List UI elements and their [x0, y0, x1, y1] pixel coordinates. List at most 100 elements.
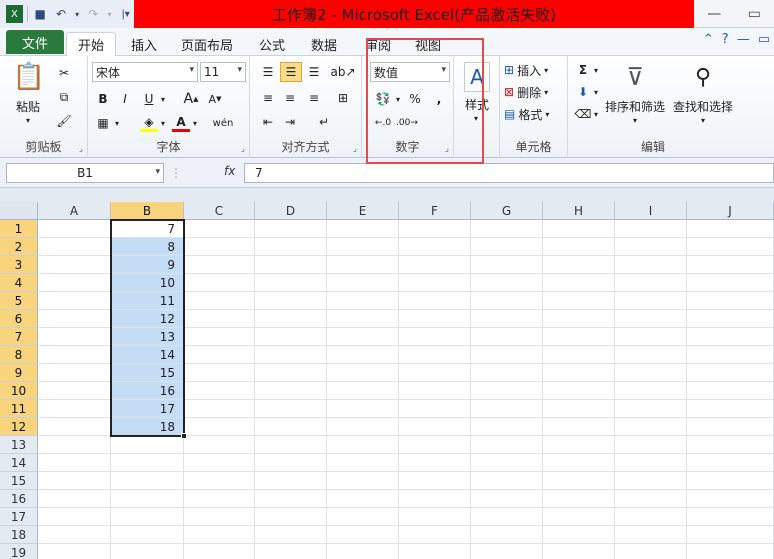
cell-a7[interactable]	[38, 328, 111, 346]
cell-c9[interactable]	[184, 364, 255, 382]
column-header-j[interactable]: J	[687, 202, 774, 220]
cell-h9[interactable]	[543, 364, 615, 382]
cell-c14[interactable]	[184, 454, 255, 472]
cell-b9[interactable]: 15	[111, 364, 184, 382]
fill-handle[interactable]	[181, 433, 187, 439]
row-header-11[interactable]: 11	[0, 400, 38, 418]
redo-dropdown-icon[interactable]: ▾	[106, 5, 113, 23]
cell-j14[interactable]	[687, 454, 774, 472]
underline-dropdown-icon[interactable]: ▾	[158, 90, 168, 108]
cell-d19[interactable]	[255, 544, 327, 559]
name-box-dropdown-icon[interactable]: ▾	[155, 167, 160, 177]
cell-b19[interactable]	[111, 544, 184, 559]
cell-e12[interactable]	[327, 418, 399, 436]
align-middle-icon[interactable]: ☰	[280, 62, 302, 82]
cell-f17[interactable]	[399, 508, 471, 526]
cell-f5[interactable]	[399, 292, 471, 310]
cell-e18[interactable]	[327, 526, 399, 544]
cell-j11[interactable]	[687, 400, 774, 418]
cell-d12[interactable]	[255, 418, 327, 436]
sort-filter-dropdown-icon[interactable]: ▾	[628, 114, 642, 126]
cell-b11[interactable]: 17	[111, 400, 184, 418]
cell-d9[interactable]	[255, 364, 327, 382]
cell-j1[interactable]	[687, 220, 774, 238]
cell-c16[interactable]	[184, 490, 255, 508]
cell-a8[interactable]	[38, 346, 111, 364]
number-launcher-icon[interactable]: ⌟	[445, 144, 449, 154]
cell-g18[interactable]	[471, 526, 543, 544]
column-header-g[interactable]: G	[471, 202, 543, 220]
cell-b14[interactable]	[111, 454, 184, 472]
row-header-19[interactable]: 19	[0, 544, 38, 559]
cell-e13[interactable]	[327, 436, 399, 454]
cell-e9[interactable]	[327, 364, 399, 382]
cell-c17[interactable]	[184, 508, 255, 526]
cell-h2[interactable]	[543, 238, 615, 256]
cell-e8[interactable]	[327, 346, 399, 364]
cell-e7[interactable]	[327, 328, 399, 346]
column-header-h[interactable]: H	[543, 202, 615, 220]
cell-i6[interactable]	[615, 310, 687, 328]
find-select-dropdown-icon[interactable]: ▾	[696, 114, 710, 126]
cell-f8[interactable]	[399, 346, 471, 364]
cell-j16[interactable]	[687, 490, 774, 508]
cell-c11[interactable]	[184, 400, 255, 418]
border-dropdown-icon[interactable]: ▾	[112, 114, 122, 132]
cell-g19[interactable]	[471, 544, 543, 559]
cell-f9[interactable]	[399, 364, 471, 382]
cell-h1[interactable]	[543, 220, 615, 238]
cell-d11[interactable]	[255, 400, 327, 418]
cell-a13[interactable]	[38, 436, 111, 454]
cell-i13[interactable]	[615, 436, 687, 454]
row-header-15[interactable]: 15	[0, 472, 38, 490]
cell-d13[interactable]	[255, 436, 327, 454]
cell-g10[interactable]	[471, 382, 543, 400]
cell-d6[interactable]	[255, 310, 327, 328]
align-left-icon[interactable]: ≡	[258, 88, 278, 108]
row-header-6[interactable]: 6	[0, 310, 38, 328]
tab-formulas[interactable]: 公式	[252, 32, 292, 56]
undo-icon[interactable]: ↶	[53, 5, 70, 23]
cell-c7[interactable]	[184, 328, 255, 346]
row-header-14[interactable]: 14	[0, 454, 38, 472]
fill-color-icon[interactable]: ◈	[140, 114, 158, 132]
cell-f18[interactable]	[399, 526, 471, 544]
tab-view[interactable]: 视图	[408, 32, 448, 56]
cell-h11[interactable]	[543, 400, 615, 418]
cell-c4[interactable]	[184, 274, 255, 292]
delete-cells-button[interactable]: ⊠ 删除 ▾	[504, 82, 566, 102]
customize-qat-icon[interactable]: |▾	[117, 5, 134, 23]
cell-g14[interactable]	[471, 454, 543, 472]
cell-i19[interactable]	[615, 544, 687, 559]
cell-g2[interactable]	[471, 238, 543, 256]
cell-i5[interactable]	[615, 292, 687, 310]
align-right-icon[interactable]: ≡	[304, 88, 324, 108]
cell-b8[interactable]: 14	[111, 346, 184, 364]
cell-a6[interactable]	[38, 310, 111, 328]
cell-d7[interactable]	[255, 328, 327, 346]
grow-font-icon[interactable]: A ▲	[182, 90, 200, 108]
font-size-combo[interactable]: 11 ▾	[200, 62, 246, 82]
cell-h19[interactable]	[543, 544, 615, 559]
cell-g12[interactable]	[471, 418, 543, 436]
save-icon[interactable]: ■	[32, 5, 49, 23]
cell-j6[interactable]	[687, 310, 774, 328]
cell-f2[interactable]	[399, 238, 471, 256]
cell-g11[interactable]	[471, 400, 543, 418]
cell-i3[interactable]	[615, 256, 687, 274]
cell-f11[interactable]	[399, 400, 471, 418]
cell-g3[interactable]	[471, 256, 543, 274]
row-header-12[interactable]: 12	[0, 418, 38, 436]
row-header-16[interactable]: 16	[0, 490, 38, 508]
cell-a19[interactable]	[38, 544, 111, 559]
cell-e19[interactable]	[327, 544, 399, 559]
align-top-icon[interactable]: ☰	[258, 62, 278, 82]
number-format-combo[interactable]: 数值 ▾	[370, 62, 450, 82]
accounting-dropdown-icon[interactable]: ▾	[394, 90, 402, 108]
excel-logo-icon[interactable]: X	[6, 5, 23, 23]
cell-f1[interactable]	[399, 220, 471, 238]
cell-h15[interactable]	[543, 472, 615, 490]
orientation-icon[interactable]: ab↗	[330, 62, 355, 82]
align-center-icon[interactable]: ≡	[280, 88, 300, 108]
cell-j5[interactable]	[687, 292, 774, 310]
